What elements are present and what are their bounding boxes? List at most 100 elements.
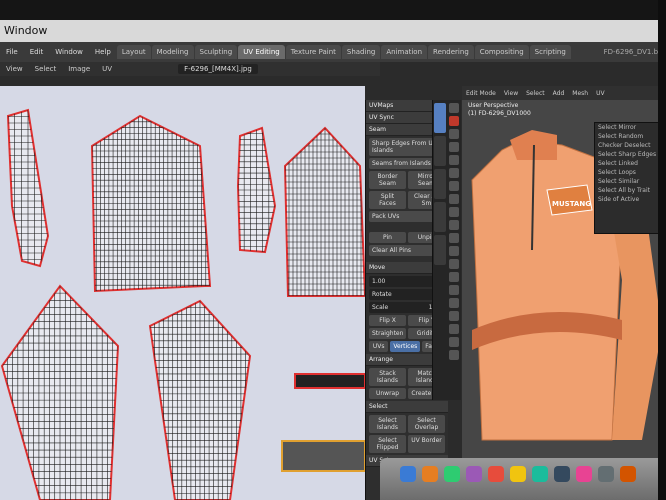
image-name-field[interactable]: F-6296_[MM4X].jpg [178,64,258,74]
knife-icon[interactable] [449,259,459,269]
tab-animation[interactable]: Animation [381,45,428,59]
app-icon[interactable] [554,466,570,482]
viewport-mode[interactable]: Edit Mode [462,90,500,97]
split-faces-button[interactable]: Split Faces [369,191,406,209]
spin-icon[interactable] [449,285,459,295]
bevel-icon[interactable] [449,233,459,243]
tab-texture-paint[interactable]: Texture Paint [285,45,341,59]
viewport-perspective-label: User Perspective [468,102,519,109]
select-islands-button[interactable]: Select Islands [369,415,406,433]
shear-icon[interactable] [449,337,459,347]
uv-menu-uv[interactable]: UV [96,65,118,73]
tab-compositing[interactable]: Compositing [474,45,529,59]
pin-button[interactable]: Pin [369,232,406,243]
viewport-object-label: (1) FD-6296_DV1000 [468,110,531,117]
menu-item[interactable]: Select All by Trait [595,186,666,195]
rip-icon[interactable] [449,350,459,360]
inset-icon[interactable] [449,220,459,230]
uv-island-sleeve-left [6,108,50,268]
file-name-label: FD-6296_DV1.bl [603,48,660,56]
tab-rendering[interactable]: Rendering [428,45,474,59]
move-value: 1.00 [372,278,386,285]
menu-item[interactable]: Checker Deselect [595,141,666,150]
transform-icon[interactable] [449,168,459,178]
app-icon[interactable] [532,466,548,482]
app-icon[interactable] [422,466,438,482]
flip-x-button[interactable]: Flip X [369,315,406,326]
menu-edit[interactable]: Edit [24,48,50,56]
measure-icon[interactable] [449,194,459,204]
annotate-icon[interactable] [449,181,459,191]
tab-uv-editing[interactable]: UV Editing [238,45,285,59]
cursor-icon[interactable] [449,116,459,126]
select-box-icon[interactable] [449,103,459,113]
extrude-icon[interactable] [449,207,459,217]
mode-vertices-button[interactable]: Vertices [390,341,421,352]
select-flipped-button[interactable]: Select Flipped [369,435,406,453]
tab-modeling[interactable]: Modeling [151,45,194,59]
unwrap-button[interactable]: Unwrap [369,388,406,399]
loop-cut-icon[interactable] [449,246,459,256]
menu-item[interactable]: Select Mirror [595,123,666,132]
menu-help[interactable]: Help [89,48,117,56]
edge-slide-icon[interactable] [449,311,459,321]
mode-uvs-button[interactable]: UVs [369,341,389,352]
sidebar-tab-uv[interactable] [434,103,446,133]
viewport-menu-select[interactable]: Select [522,90,549,97]
uv-island-sleeve-right [236,126,277,254]
uv-island-collar [294,373,365,389]
blender-top-bar: File Edit Window Help Layout Modeling Sc… [0,42,666,62]
border-seam-button[interactable]: Border Seam [369,171,406,189]
menu-item[interactable]: Select Similar [595,177,666,186]
app-icon[interactable] [510,466,526,482]
poly-build-icon[interactable] [449,272,459,282]
tab-sculpting[interactable]: Sculpting [194,45,238,59]
move-icon[interactable] [449,129,459,139]
tab-scripting[interactable]: Scripting [529,45,571,59]
monitor-screen: Window File Edit Window Help Layout Mode… [0,0,666,500]
select-overlap-button[interactable]: Select Overlap [408,415,445,433]
viewport-menu-add[interactable]: Add [549,90,569,97]
menu-item[interactable]: Select Sharp Edges [595,150,666,159]
viewport-menu-view[interactable]: View [500,90,522,97]
uv-menu-view[interactable]: View [0,65,29,73]
finder-icon[interactable] [400,466,416,482]
menu-window[interactable]: Window [49,48,89,56]
tab-shading[interactable]: Shading [341,45,381,59]
monitor-right-bezel [658,0,666,500]
window-title-bar: Window [0,20,666,42]
menu-file[interactable]: File [0,48,24,56]
app-icon[interactable] [488,466,504,482]
app-icon[interactable] [444,466,460,482]
straighten-button[interactable]: Straighten [369,328,407,339]
stack-islands-button[interactable]: Stack Islands [369,368,406,386]
smooth-icon[interactable] [449,298,459,308]
sidebar-tab-image[interactable] [434,136,446,166]
app-icon[interactable] [598,466,614,482]
section-select[interactable]: Select [366,401,448,413]
sidebar-tab-view[interactable] [434,169,446,199]
shrink-fatten-icon[interactable] [449,324,459,334]
sidebar-tab-addon[interactable] [434,235,446,265]
viewport-toolbar [447,100,461,400]
uv-menu-image[interactable]: Image [62,65,96,73]
app-icon[interactable] [466,466,482,482]
uv-island-arm-right [148,299,252,500]
viewport-menu-mesh[interactable]: Mesh [568,90,592,97]
uv-island-front [90,114,212,293]
menu-item[interactable]: Select Loops [595,168,666,177]
scale-icon[interactable] [449,155,459,165]
menu-item[interactable]: Side of Active [595,195,666,204]
select-uv-border-button[interactable]: UV Border [408,435,445,453]
uv-canvas[interactable] [0,86,365,500]
menu-item[interactable]: Select Linked [595,159,666,168]
uv-menu-select[interactable]: Select [29,65,63,73]
viewport-menu-uv[interactable]: UV [592,90,609,97]
app-icon[interactable] [620,466,636,482]
menu-item[interactable]: Select Random [595,132,666,141]
app-icon[interactable] [576,466,592,482]
sidebar-tab-tool[interactable] [434,202,446,232]
rotate-icon[interactable] [449,142,459,152]
viewport-label: User Perspective (1) FD-6296_DV1000 [468,102,531,118]
tab-layout[interactable]: Layout [116,45,151,59]
